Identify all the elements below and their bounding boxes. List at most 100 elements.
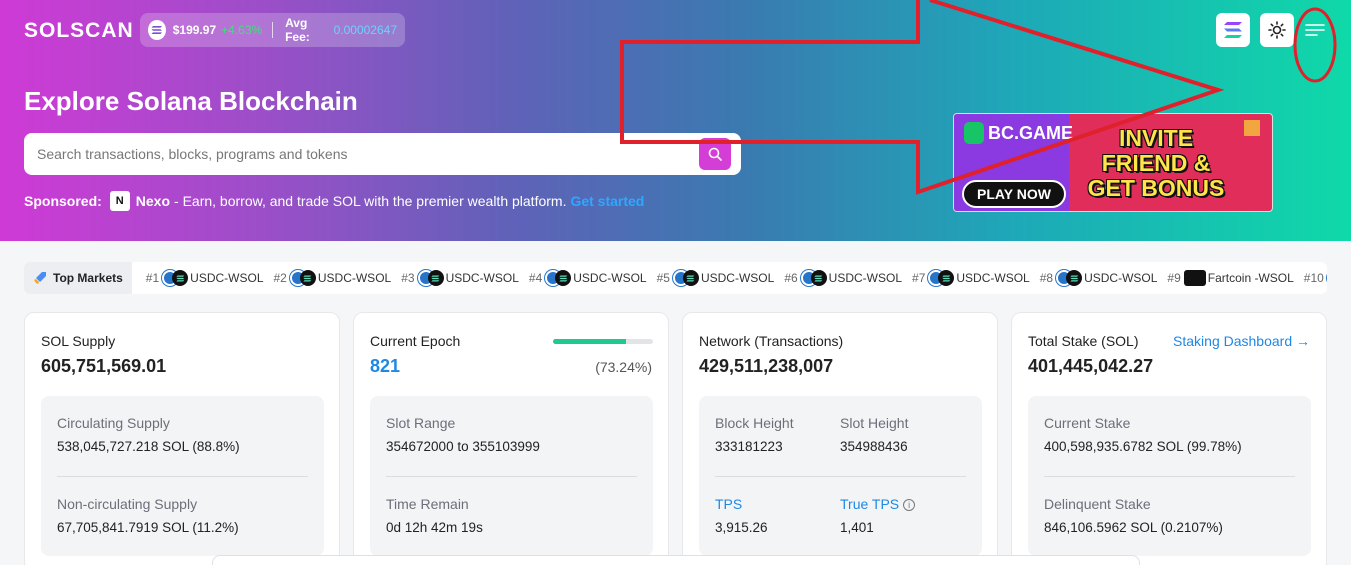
search-button[interactable]	[699, 138, 731, 170]
slot-range: Slot Range 354672000 to 355103999	[386, 415, 540, 454]
info-icon[interactable]: i	[903, 499, 916, 512]
solana-icon	[1224, 22, 1242, 38]
circulating-supply: Circulating Supply 538,045,727.218 SOL (…	[57, 415, 240, 454]
market-pair: USDC-WSOL	[956, 271, 1030, 285]
token-pair-icon	[1056, 270, 1083, 286]
market-item[interactable]: #4 USDC-WSOL	[529, 270, 647, 286]
get-started-link[interactable]: Get started	[570, 193, 644, 209]
market-item[interactable]: #2 USDC-WSOL	[273, 270, 392, 286]
token-pair-icon	[545, 270, 572, 286]
sub-label: Delinquent Stake	[1044, 496, 1151, 512]
card-details: Slot Range 354672000 to 355103999 Time R…	[370, 396, 653, 556]
solana-network-button[interactable]	[1216, 13, 1250, 47]
token-pair-icon	[1183, 270, 1206, 286]
market-rank: #3	[401, 271, 415, 285]
total-stake-card: Total Stake (SOL) Staking Dashboard → 40…	[1011, 312, 1327, 565]
sub-value: 846,106.5962 SOL (0.2107%)	[1044, 520, 1223, 535]
avg-fee-value: 0.00002647	[333, 23, 397, 37]
slot-height: Slot Height 354988436	[840, 415, 908, 454]
theme-toggle-button[interactable]	[1260, 13, 1294, 47]
token-pair-icon	[162, 270, 189, 286]
menu-button[interactable]	[1298, 13, 1332, 47]
market-item[interactable]: #8 USDC-WSOL	[1039, 270, 1158, 286]
page-title: Explore Solana Blockchain	[24, 86, 358, 116]
sub-value: 400,598,935.6782 SOL (99.78%)	[1044, 439, 1242, 454]
sub-value: 67,705,841.7919 SOL (11.2%)	[57, 520, 239, 535]
epoch-progress-fill	[553, 339, 627, 344]
solscan-logo[interactable]: SOLSCAN	[24, 19, 134, 43]
epoch-number-link[interactable]: 821	[370, 356, 400, 377]
card-details: Circulating Supply 538,045,727.218 SOL (…	[41, 396, 324, 556]
market-rank: #8	[1039, 271, 1054, 285]
card-value: 401,445,042.27	[1028, 356, 1154, 376]
tps: TPS 3,915.26	[715, 496, 768, 535]
true-tps-link[interactable]: True TPS i	[840, 496, 916, 512]
market-item[interactable]: #6 USDC-WSOL	[784, 270, 902, 286]
ad-brand: BC.GAME	[964, 122, 1073, 144]
market-pair: USDC-WSOL	[317, 271, 392, 285]
sub-value: 538,045,727.218 SOL (88.8%)	[57, 439, 240, 454]
sponsor-name[interactable]: Nexo	[136, 193, 170, 209]
sub-value[interactable]: 333181223	[715, 439, 794, 454]
play-now-button[interactable]: PLAY NOW	[962, 180, 1066, 208]
sub-label: Current Stake	[1044, 415, 1131, 431]
ad-brand-text: BC.GAME	[988, 122, 1073, 143]
market-item[interactable]: #3 USDC-WSOL	[401, 270, 519, 286]
market-item[interactable]: #9 Fartcoin -WSOL	[1167, 270, 1294, 286]
search-icon	[708, 147, 722, 161]
current-stake: Current Stake 400,598,935.6782 SOL (99.7…	[1044, 415, 1242, 454]
market-rank: #9	[1167, 271, 1181, 285]
card-label: Network (Transactions)	[699, 333, 844, 349]
markets-list: #1 USDC-WSOL #2 USDC-WSOL #3 USDC-WSOL #4 USDC-…	[136, 270, 1327, 286]
ad-headline: INVITE FRIEND & GET BONUS	[1076, 126, 1236, 201]
current-epoch-card: Current Epoch 821 (73.24%) Slot Range 35…	[353, 312, 669, 565]
market-rank: #4	[528, 271, 543, 285]
top-markets-title: Top Markets	[53, 271, 123, 285]
bc-game-logo-icon	[964, 122, 984, 144]
sub-label: Circulating Supply	[57, 415, 170, 431]
market-item[interactable]: #1 USDC-WSOL	[146, 270, 264, 286]
rocket-icon	[34, 272, 46, 284]
sol-price: $199.97	[172, 23, 217, 37]
sub-value: 354672000 to 355103999	[386, 439, 540, 454]
token-pair-icon	[289, 270, 316, 286]
sub-label: Non-circulating Supply	[57, 496, 198, 512]
sub-label: Slot Height	[840, 415, 909, 431]
market-pair: USDC-WSOL	[1084, 271, 1158, 285]
card-details: Current Stake 400,598,935.6782 SOL (99.7…	[1028, 396, 1311, 556]
card-label: SOL Supply	[41, 333, 116, 349]
market-rank: #1	[145, 271, 160, 285]
ad-headline-line: GET BONUS	[1087, 175, 1225, 201]
sub-value: 354988436	[840, 439, 908, 454]
sub-value: 3,915.26	[715, 520, 768, 535]
nexo-logo-icon: N	[109, 191, 130, 211]
market-rank: #6	[784, 271, 798, 285]
market-item[interactable]: #10US	[1304, 270, 1327, 286]
card-label: Total Stake (SOL)	[1028, 333, 1139, 349]
market-pair: USDC-WSOL	[190, 271, 264, 285]
market-rank: #10	[1303, 271, 1324, 285]
sol-supply-card: SOL Supply 605,751,569.01 Circulating Su…	[24, 312, 340, 565]
market-pair: USDC-WSOL	[445, 271, 519, 285]
block-height: Block Height 333181223	[715, 415, 794, 454]
token-pair-icon	[417, 270, 444, 286]
market-pair: Fartcoin -WSOL	[1207, 271, 1294, 285]
bc-game-ad-banner[interactable]: BC.GAME PLAY NOW INVITE FRIEND & GET BON…	[953, 113, 1273, 212]
search-input[interactable]	[37, 146, 699, 162]
market-rank: #2	[273, 271, 287, 285]
sponsored-label: Sponsored:	[24, 193, 102, 209]
sol-price-change: +4.63%	[221, 23, 263, 37]
ad-character-icon	[1244, 120, 1260, 136]
market-item[interactable]: #7 USDC-WSOL	[912, 270, 1030, 286]
card-label: Current Epoch	[370, 333, 461, 349]
price-pill: $199.97 +4.63% Avg Fee: 0.00002647	[140, 13, 405, 47]
time-remain: Time Remain 0d 12h 42m 19s	[386, 496, 483, 535]
tps-link[interactable]: TPS	[715, 496, 768, 512]
staking-dashboard-link[interactable]: Staking Dashboard →	[1173, 333, 1310, 349]
sub-value: 0d 12h 42m 19s	[386, 520, 483, 535]
divider	[386, 476, 637, 477]
market-item[interactable]: #5 USDC-WSOL	[657, 270, 774, 286]
sub-label: Block Height	[715, 415, 794, 431]
divider	[715, 476, 966, 477]
sub-value: 1,401	[840, 520, 874, 535]
